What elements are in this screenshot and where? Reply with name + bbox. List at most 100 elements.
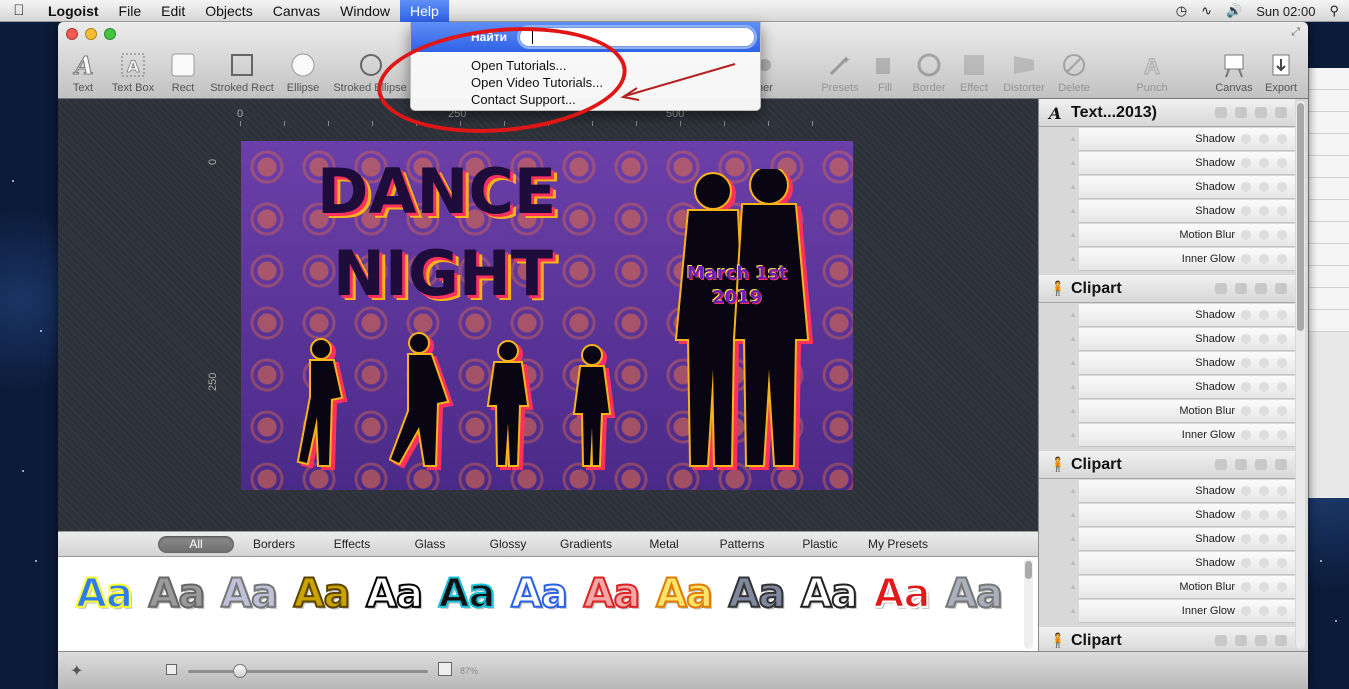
effect-row[interactable]: ▲ Shadow: [1069, 152, 1295, 175]
eye-icon[interactable]: [1241, 310, 1251, 320]
gear-icon[interactable]: [1277, 558, 1287, 568]
lock-icon[interactable]: [1215, 635, 1227, 646]
gear-icon[interactable]: [1277, 430, 1287, 440]
chevron-down-icon[interactable]: [1259, 358, 1269, 368]
effect-row[interactable]: ▲ Inner Glow: [1069, 600, 1295, 623]
couple-silhouette[interactable]: [671, 169, 811, 469]
chevron-down-icon[interactable]: [1259, 310, 1269, 320]
eye-icon[interactable]: [1241, 406, 1251, 416]
gear-icon[interactable]: [1277, 230, 1287, 240]
eye-icon[interactable]: [1241, 582, 1251, 592]
ellipse-tool-button[interactable]: Ellipse: [283, 52, 323, 97]
effect-tool-button[interactable]: Effect: [956, 52, 992, 97]
eye-icon[interactable]: [1241, 206, 1251, 216]
zoom-slider-knob[interactable]: [233, 664, 247, 678]
fill-tool-button[interactable]: Fill: [870, 52, 900, 97]
gear-icon[interactable]: [1275, 635, 1287, 646]
preset-swatch[interactable]: Aa: [728, 570, 787, 618]
eye-icon[interactable]: [1241, 254, 1251, 264]
volume-icon[interactable]: 🔊: [1226, 3, 1242, 19]
eye-icon[interactable]: [1241, 182, 1251, 192]
gear-icon[interactable]: [1277, 582, 1287, 592]
preset-swatch[interactable]: Aa: [220, 570, 279, 618]
effect-row[interactable]: ▲ Shadow: [1069, 200, 1295, 223]
preset-swatch[interactable]: Aa: [293, 570, 352, 618]
menu-clock[interactable]: Sun 02:00: [1256, 4, 1315, 19]
eye-icon[interactable]: [1241, 486, 1251, 496]
eye-icon[interactable]: [1241, 558, 1251, 568]
effect-row[interactable]: ▲ Shadow: [1069, 176, 1295, 199]
zoom-out-icon[interactable]: [166, 664, 177, 675]
gear-icon[interactable]: [1275, 283, 1287, 294]
dancer-silhouette-2[interactable]: [389, 331, 459, 467]
move-up-icon[interactable]: ▲: [1069, 310, 1077, 319]
move-up-icon[interactable]: ▲: [1069, 406, 1077, 415]
punch-tool-button[interactable]: A Punch: [1134, 52, 1170, 97]
presets-tool-button[interactable]: ✦ Presets: [818, 52, 862, 97]
eye-icon[interactable]: [1235, 107, 1247, 118]
stroked-ellipse-tool-button[interactable]: Stroked Ellipse: [328, 52, 412, 97]
border-tool-button[interactable]: Border: [910, 52, 948, 97]
chevron-down-icon[interactable]: [1259, 430, 1269, 440]
zoom-window-button[interactable]: [104, 28, 116, 40]
move-up-icon[interactable]: ▲: [1069, 206, 1077, 215]
preset-swatch[interactable]: Aa: [655, 570, 714, 618]
move-up-icon[interactable]: ▲: [1069, 558, 1077, 567]
preset-tab-effects[interactable]: Effects: [322, 536, 382, 553]
preset-tab-all[interactable]: All: [158, 536, 234, 553]
menu-window[interactable]: Window: [330, 0, 400, 22]
eye-icon[interactable]: [1235, 459, 1247, 470]
gear-icon[interactable]: [1277, 486, 1287, 496]
move-up-icon[interactable]: ▲: [1069, 158, 1077, 167]
lock-icon[interactable]: [1215, 459, 1227, 470]
canvas-title-line2[interactable]: NIGHT: [333, 237, 553, 310]
gear-icon[interactable]: [1277, 254, 1287, 264]
preset-tab-borders[interactable]: Borders: [244, 536, 304, 553]
chevron-down-icon[interactable]: [1255, 459, 1267, 470]
apple-icon[interactable]: : [0, 2, 38, 19]
move-up-icon[interactable]: ▲: [1069, 582, 1077, 591]
chevron-down-icon[interactable]: [1259, 182, 1269, 192]
preset-tab-glass[interactable]: Glass: [400, 536, 460, 553]
minimize-window-button[interactable]: [85, 28, 97, 40]
time-machine-icon[interactable]: ◷: [1176, 3, 1187, 19]
layer-panel-scrollbar[interactable]: [1296, 101, 1305, 649]
gear-icon[interactable]: [1277, 310, 1287, 320]
effect-row[interactable]: ▲ Shadow: [1069, 528, 1295, 551]
chevron-down-icon[interactable]: [1259, 206, 1269, 216]
gear-icon[interactable]: [1277, 182, 1287, 192]
gear-icon[interactable]: [1277, 358, 1287, 368]
move-up-icon[interactable]: ▲: [1069, 430, 1077, 439]
chevron-down-icon[interactable]: [1255, 635, 1267, 646]
canvas-title-line1[interactable]: DANCE: [317, 155, 556, 228]
dancer-silhouette-3[interactable]: [483, 339, 533, 467]
chevron-down-icon[interactable]: [1255, 107, 1267, 118]
menu-canvas[interactable]: Canvas: [263, 0, 330, 22]
canvas-date-line2[interactable]: 2019: [677, 287, 797, 309]
preset-swatch[interactable]: Aa: [873, 570, 932, 618]
chevron-down-icon[interactable]: [1259, 606, 1269, 616]
effect-row[interactable]: ▲ Shadow: [1069, 352, 1295, 375]
gear-icon[interactable]: [1277, 158, 1287, 168]
eye-icon[interactable]: [1235, 635, 1247, 646]
delete-tool-button[interactable]: Delete: [1056, 52, 1092, 97]
menu-edit[interactable]: Edit: [151, 0, 195, 22]
gear-icon[interactable]: [1277, 382, 1287, 392]
chevron-down-icon[interactable]: [1259, 254, 1269, 264]
eye-icon[interactable]: [1241, 134, 1251, 144]
export-tool-button[interactable]: Export: [1261, 52, 1301, 97]
chevron-down-icon[interactable]: [1259, 510, 1269, 520]
chevron-down-icon[interactable]: [1259, 406, 1269, 416]
gear-icon[interactable]: [1277, 206, 1287, 216]
gear-icon[interactable]: [1277, 134, 1287, 144]
chevron-down-icon[interactable]: [1259, 334, 1269, 344]
layer-header[interactable]: A Text...2013): [1039, 99, 1295, 127]
menu-file[interactable]: File: [109, 0, 152, 22]
menu-objects[interactable]: Objects: [195, 0, 262, 22]
effect-row[interactable]: ▲ Shadow: [1069, 504, 1295, 527]
close-window-button[interactable]: [66, 28, 78, 40]
zoom-slider-track[interactable]: [188, 670, 428, 673]
chevron-down-icon[interactable]: [1259, 134, 1269, 144]
gear-icon[interactable]: [1277, 606, 1287, 616]
eye-icon[interactable]: [1241, 534, 1251, 544]
